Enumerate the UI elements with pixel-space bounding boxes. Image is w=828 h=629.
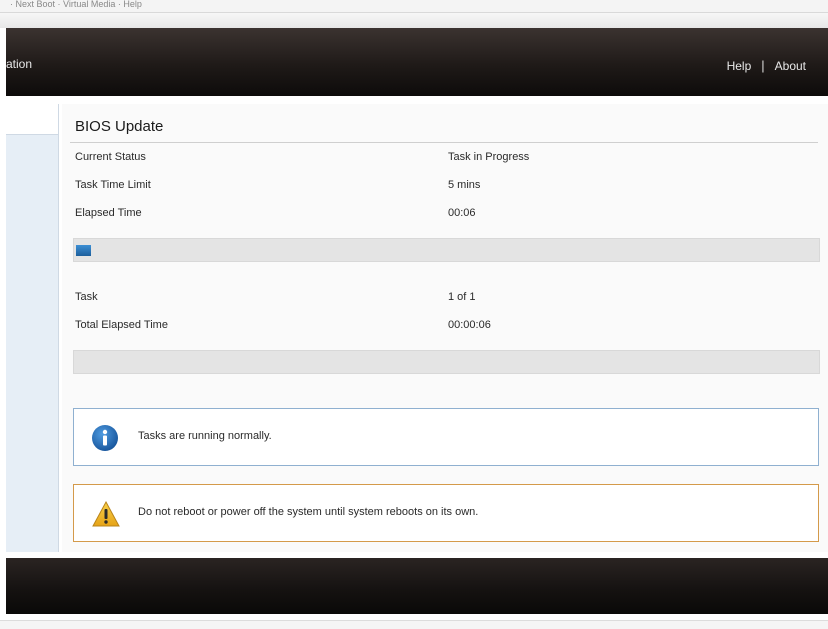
- task-label: Task: [75, 291, 98, 303]
- info-icon: [91, 424, 119, 452]
- app-footer: [6, 558, 828, 614]
- current-status-label: Current Status: [75, 151, 146, 163]
- browser-menu-strip: · Next Boot · Virtual Media · Help: [0, 0, 828, 13]
- app-header: ation Help | About: [6, 28, 828, 96]
- info-message-box: Tasks are running normally.: [73, 408, 819, 466]
- left-navigation-top: [6, 104, 58, 135]
- title-divider: [70, 142, 818, 143]
- total-elapsed-label: Total Elapsed Time: [75, 319, 168, 331]
- warning-message-box: Do not reboot or power off the system un…: [73, 484, 819, 542]
- current-status-value: Task in Progress: [448, 151, 530, 163]
- main-panel: BIOS Update Current Status Task in Progr…: [62, 104, 828, 552]
- left-navigation: [6, 104, 59, 552]
- task-progress-fill: [76, 245, 91, 256]
- header-separator: |: [761, 58, 765, 73]
- help-link[interactable]: Help: [727, 59, 752, 73]
- total-elapsed-value: 00:00:06: [448, 319, 491, 331]
- task-value: 1 of 1: [448, 291, 476, 303]
- app-title: ation: [6, 57, 33, 71]
- elapsed-time-label: Elapsed Time: [75, 207, 142, 219]
- browser-menu-fragment: · Next Boot · Virtual Media · Help: [10, 0, 142, 9]
- info-message-text: Tasks are running normally.: [138, 430, 272, 442]
- warning-icon: [91, 500, 120, 528]
- elapsed-time-value: 00:06: [448, 207, 476, 219]
- browser-gap: [0, 13, 828, 28]
- warning-message-text: Do not reboot or power off the system un…: [138, 506, 479, 518]
- time-limit-value: 5 mins: [448, 179, 481, 191]
- bios-update-card: BIOS Update Current Status Task in Progr…: [62, 104, 828, 552]
- about-link[interactable]: About: [775, 59, 806, 73]
- task-progress-bar: [73, 238, 820, 262]
- time-limit-label: Task Time Limit: [75, 179, 151, 191]
- header-links: Help | About: [727, 58, 806, 73]
- page-title: BIOS Update: [75, 118, 164, 135]
- total-progress-bar: [73, 350, 820, 374]
